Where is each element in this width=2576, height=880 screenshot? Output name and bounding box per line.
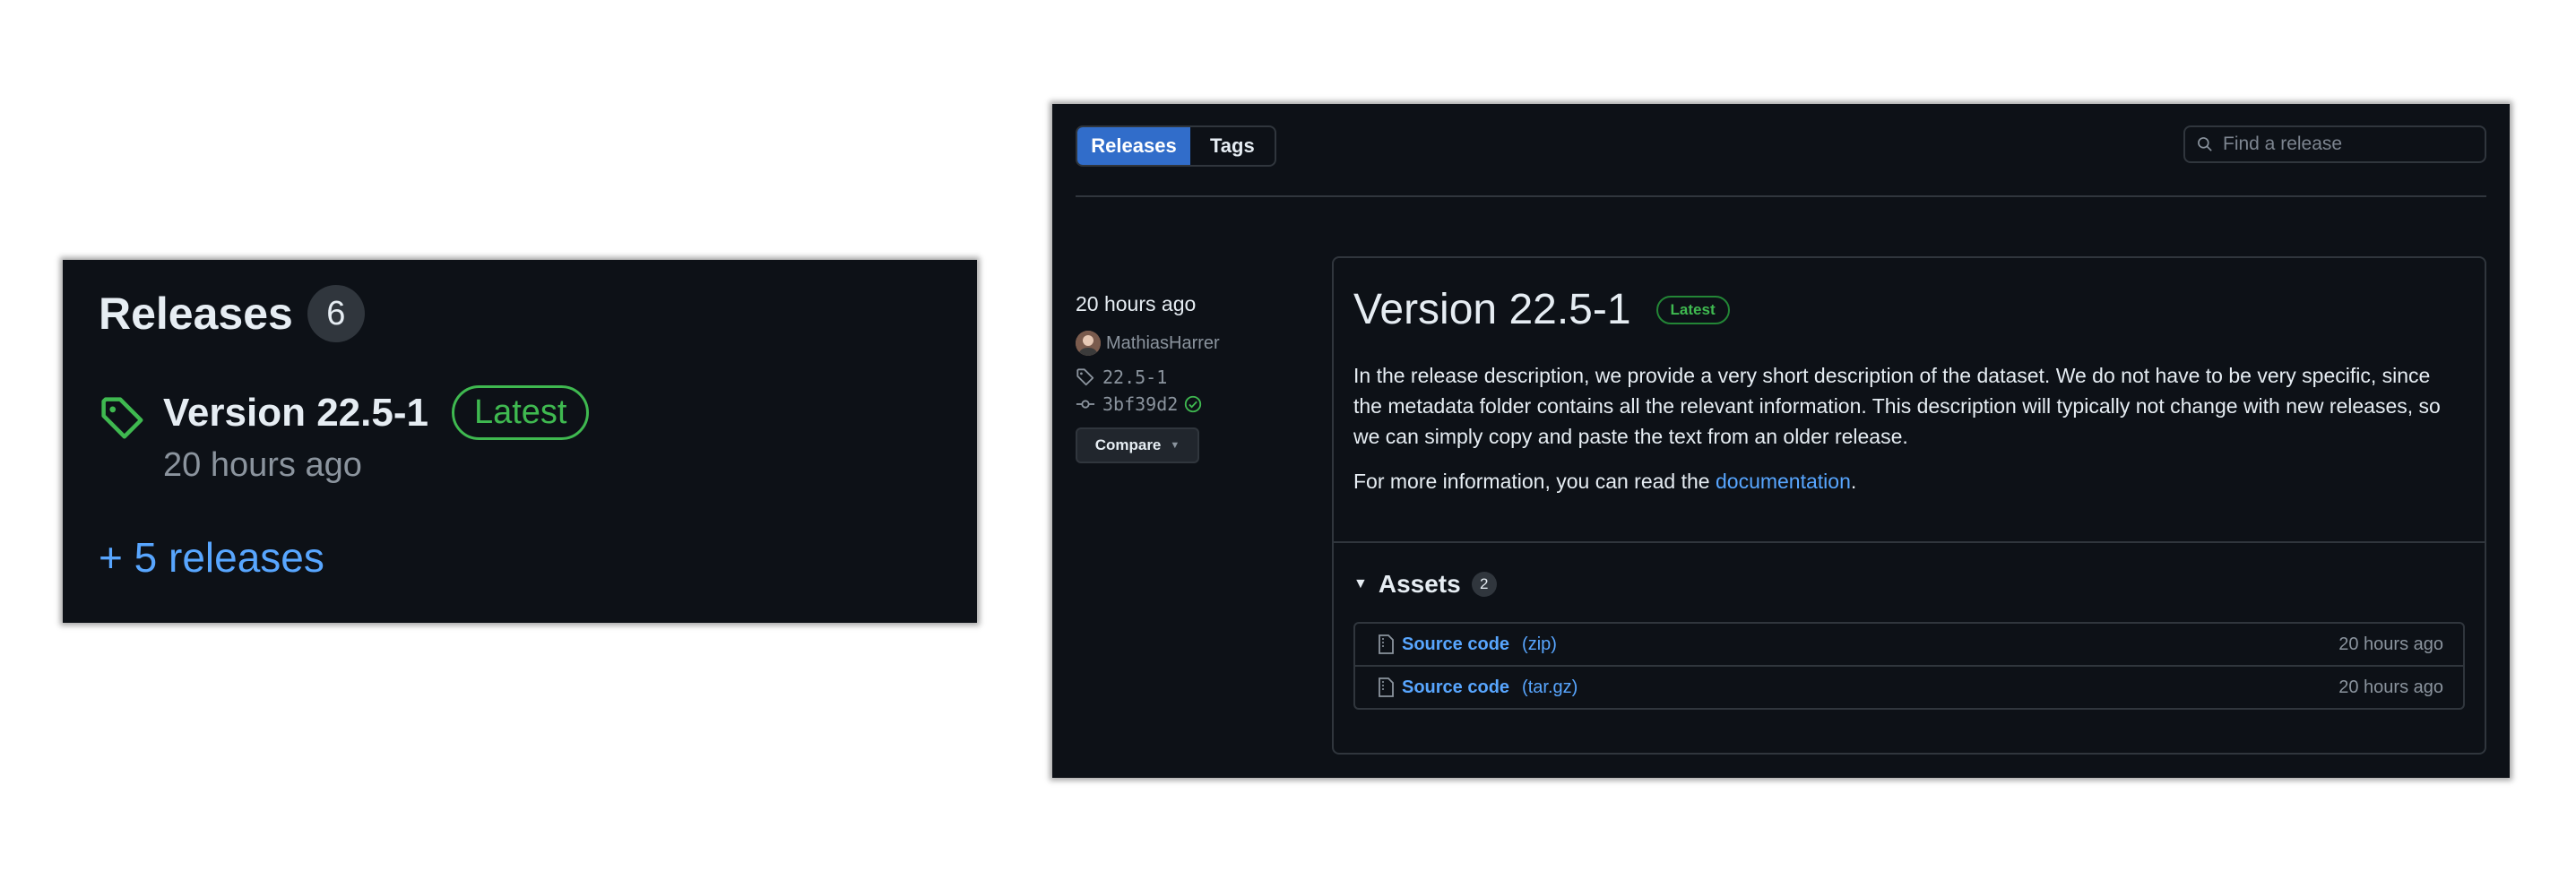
tab-releases[interactable]: Releases: [1077, 127, 1190, 165]
tag-row[interactable]: 22.5-1: [1076, 367, 1220, 388]
assets-count-badge: 2: [1471, 572, 1497, 597]
search-input[interactable]: Find a release: [2183, 125, 2486, 163]
divider: [1334, 541, 2485, 543]
more-releases-link[interactable]: + 5 releases: [99, 533, 324, 582]
more-info-suffix: .: [1850, 470, 1857, 493]
releases-tags-switcher: Releases Tags: [1076, 125, 1276, 167]
assets-title: Assets: [1378, 570, 1461, 598]
release-time: 20 hours ago: [1076, 292, 1197, 315]
assets-toggle[interactable]: ▼ Assets 2: [1353, 570, 1497, 599]
release-header: Version 22.5-1 Latest: [1353, 285, 1730, 334]
asset-name[interactable]: Source code: [1402, 634, 1509, 655]
divider: [1076, 195, 2486, 197]
more-info-prefix: For more information, you can read the: [1353, 470, 1716, 493]
release-title-link[interactable]: Version 22.5-1: [1353, 285, 1631, 334]
asset-ext[interactable]: (zip): [1522, 634, 1557, 655]
release-card: Version 22.5-1 Latest In the release des…: [1332, 256, 2486, 755]
asset-row[interactable]: Source code (tar.gz) 20 hours ago: [1355, 665, 2463, 708]
release-description: In the release description, we provide a…: [1353, 364, 2441, 448]
latest-badge: Latest: [451, 385, 590, 440]
author-row[interactable]: MathiasHarrer: [1076, 331, 1220, 356]
asset-list: Source code (zip) 20 hours ago Source co…: [1353, 622, 2465, 710]
asset-time: 20 hours ago: [2338, 677, 2443, 697]
tag-name[interactable]: 22.5-1: [1102, 367, 1167, 388]
tag-icon: [1076, 368, 1094, 386]
asset-time: 20 hours ago: [2338, 634, 2443, 654]
asset-name[interactable]: Source code: [1402, 677, 1509, 698]
releases-header[interactable]: Releases 6: [99, 285, 365, 342]
releases-title[interactable]: Releases: [99, 288, 293, 340]
author-name[interactable]: MathiasHarrer: [1106, 333, 1220, 354]
releases-count-badge: 6: [307, 285, 365, 342]
release-meta: 20 hours ago MathiasHarrer 22.5-1 3bf39d…: [1076, 292, 1220, 463]
compare-label: Compare: [1094, 436, 1162, 453]
asset-row[interactable]: Source code (zip) 20 hours ago: [1355, 624, 2463, 665]
asset-ext[interactable]: (tar.gz): [1522, 677, 1578, 698]
file-zip-icon: [1379, 677, 1394, 697]
commit-row[interactable]: 3bf39d2: [1076, 393, 1220, 415]
check-circle-icon: [1185, 395, 1202, 413]
latest-badge: Latest: [1655, 295, 1730, 324]
tab-tags[interactable]: Tags: [1190, 127, 1275, 165]
release-version-link[interactable]: Version 22.5-1: [163, 391, 428, 436]
triangle-down-icon: ▼: [1353, 576, 1368, 591]
releases-sidebar-card: Releases 6 Version 22.5-1 Latest 20 hour…: [63, 260, 977, 623]
release-time: 20 hours ago: [163, 446, 362, 484]
chevron-down-icon: ▼: [1170, 440, 1180, 451]
documentation-link[interactable]: documentation: [1716, 470, 1851, 493]
compare-button[interactable]: Compare ▼: [1076, 427, 1199, 463]
search-icon: [2198, 137, 2212, 151]
latest-release-row[interactable]: Version 22.5-1 Latest: [163, 385, 590, 440]
commit-icon: [1076, 400, 1095, 409]
releases-page: Releases Tags Find a release 20 hours ag…: [1052, 104, 2510, 778]
file-zip-icon: [1379, 634, 1394, 654]
commit-sha[interactable]: 3bf39d2: [1102, 393, 1178, 415]
search-placeholder: Find a release: [2223, 134, 2343, 154]
avatar: [1076, 331, 1101, 356]
tag-icon: [101, 397, 143, 439]
more-info-text: For more information, you can read the d…: [1353, 470, 1856, 494]
